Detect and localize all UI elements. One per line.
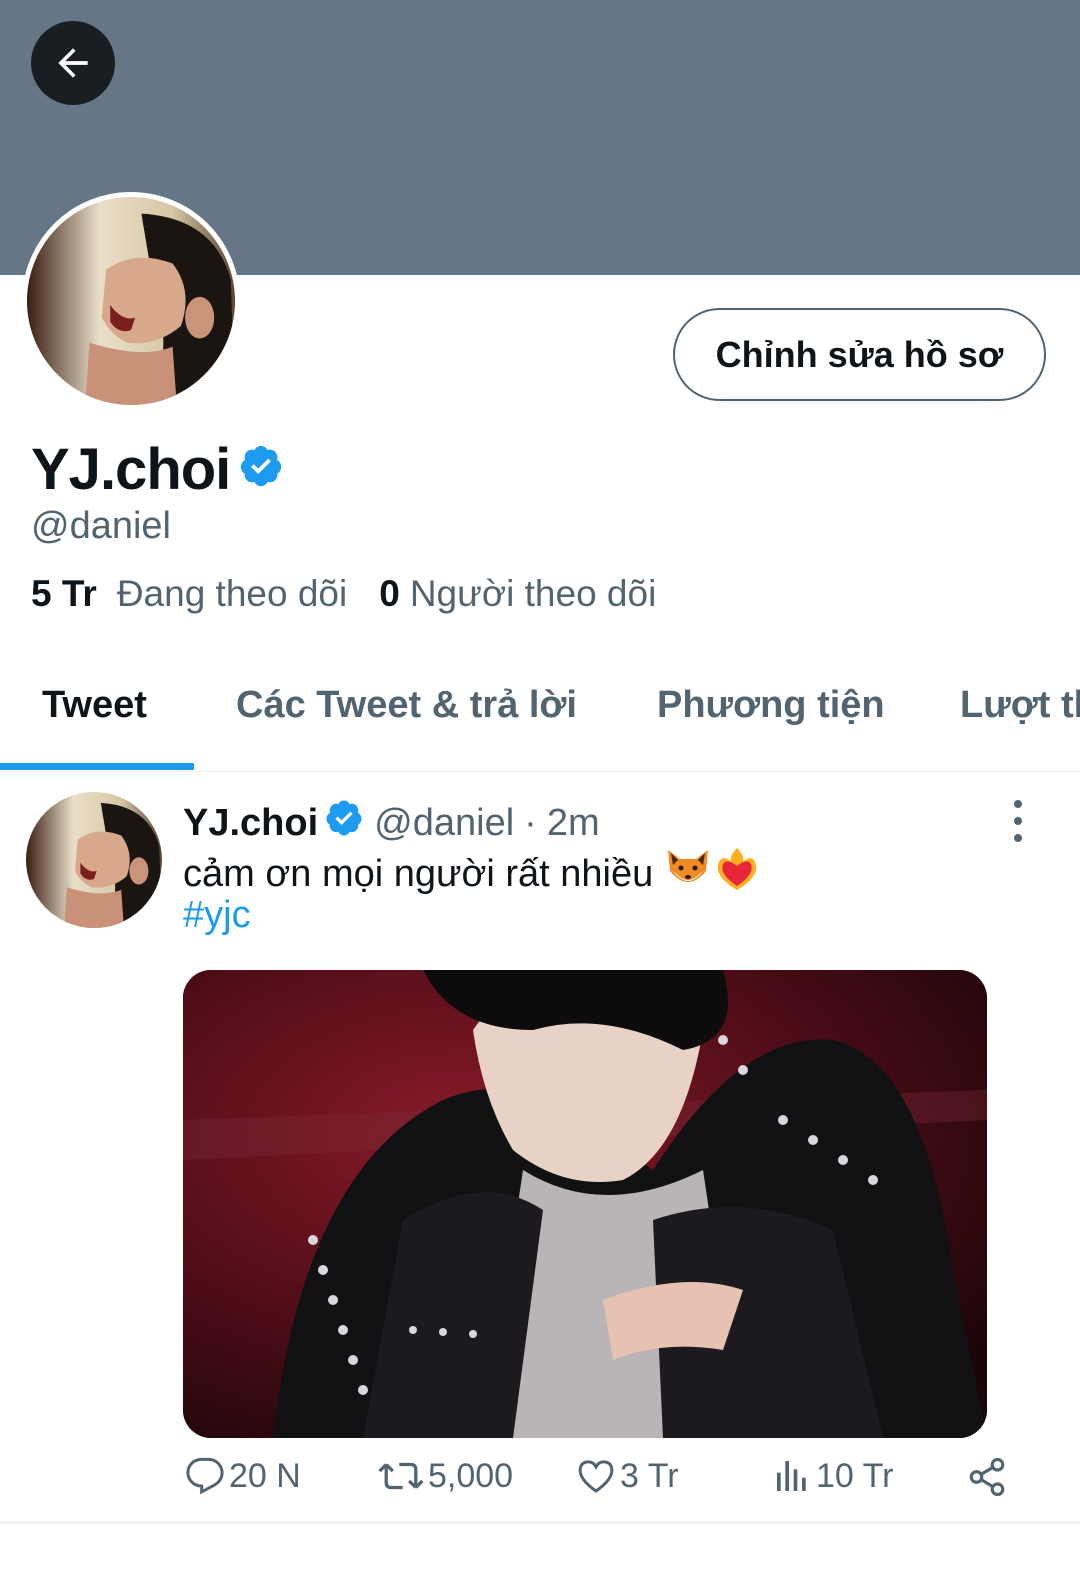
tweet-author-handle[interactable]: @daniel [374,802,514,845]
avatar-photo [26,792,162,928]
retweet-icon [378,1462,424,1490]
arrow-left-icon [58,48,88,78]
share-button[interactable] [966,1456,1012,1498]
followers-label: Người theo dõi [409,573,657,614]
more-vertical-icon[interactable] [1003,796,1033,846]
followers-link[interactable]: 0 Người theo dõi [379,573,656,615]
retweet-count: 5,000 [428,1456,514,1495]
tweet-actions: 20 N 5,000 3 Tr 10 Tr [0,1456,1080,1508]
profile-avatar[interactable] [22,192,240,410]
reply-button[interactable]: 20 N [185,1456,301,1496]
analytics-bars-icon [777,1461,806,1491]
reply-icon [186,1457,224,1495]
profile-tabs: Tweet Các Tweet & trả lời Phương tiện Lư… [0,660,1080,772]
reply-count: 20 N [229,1456,301,1495]
tab-tweets-replies[interactable]: Các Tweet & trả lời [236,684,577,727]
tweet-author-avatar[interactable] [26,792,162,928]
views-count: 10 Tr [816,1456,894,1495]
active-tab-indicator [0,763,194,770]
following-label: Đang theo dõi [116,573,348,614]
verified-badge-icon [238,436,284,503]
heart-icon [578,1460,614,1493]
tweet-separator: · [524,801,537,844]
profile-handle: @daniel [31,505,171,547]
following-link[interactable]: 5 Tr Đang theo dõi [31,573,347,615]
tweet-item[interactable]: YJ.choi @daniel · 2m cảm ơn mọi người rấ… [0,772,1080,1524]
tweet-header: YJ.choi @daniel · 2m [183,798,600,848]
tweet-text-row: cảm ơn mọi người rất nhiều [183,846,759,902]
fox-emoji [665,847,711,901]
tweet-author-name[interactable]: YJ.choi [183,802,318,845]
heart-on-fire-emoji [715,846,759,902]
tab-media[interactable]: Phương tiện [657,684,885,727]
tab-likes[interactable]: Lượt thích [960,684,1080,727]
back-button[interactable] [31,21,115,105]
tweet-time[interactable]: 2m [547,802,600,845]
following-count: 5 Tr [31,573,97,614]
tab-tweets[interactable]: Tweet [42,684,147,727]
verified-badge-icon [324,798,364,848]
avatar-photo [27,197,235,405]
profile-display-name: YJ.choi [31,437,231,502]
retweet-button[interactable]: 5,000 [378,1456,513,1496]
tweet-hashtag-link[interactable]: #yjc [183,894,251,937]
profile-stats: 5 Tr Đang theo dõi 0 Người theo dõi [31,573,656,615]
like-button[interactable]: 3 Tr [576,1456,679,1496]
followers-count: 0 [379,573,400,614]
views-button[interactable]: 10 Tr [772,1456,893,1496]
edit-profile-button[interactable]: Chỉnh sửa hồ sơ [673,308,1046,401]
tweet-media-image[interactable] [183,970,987,1438]
share-icon [969,1457,1005,1497]
profile-name-row: YJ.choi [31,436,284,503]
media-photo [183,970,987,1438]
tweet-text: cảm ơn mọi người rất nhiều [183,852,654,895]
like-count: 3 Tr [620,1456,679,1495]
